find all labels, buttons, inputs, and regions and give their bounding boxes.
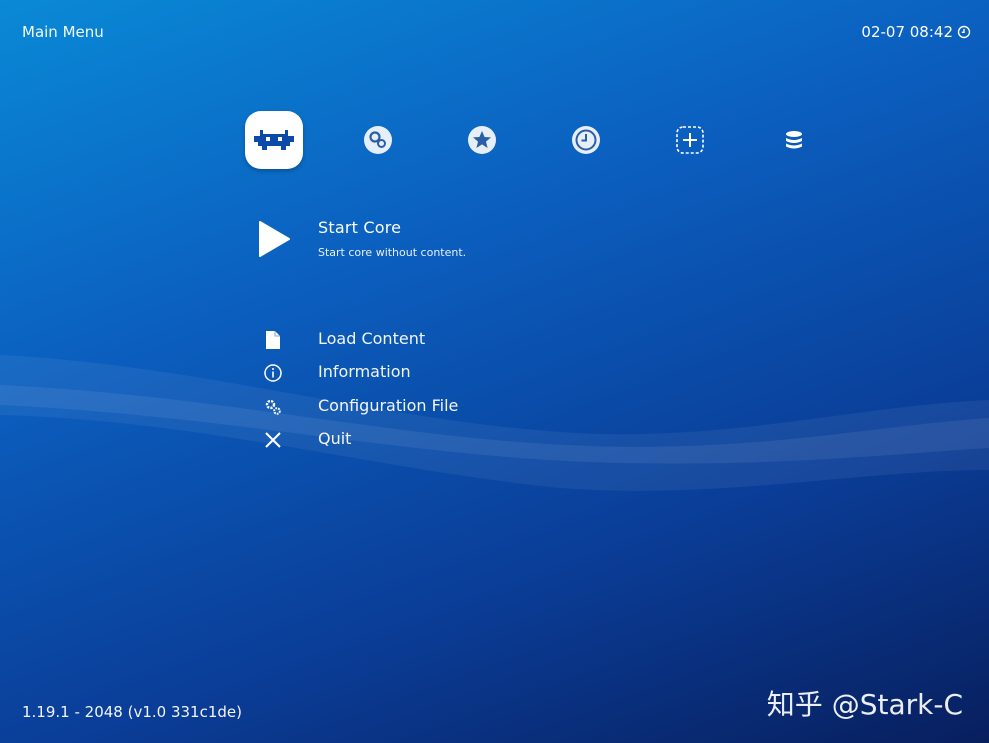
tab-history[interactable] xyxy=(557,111,615,169)
menu-item-quit[interactable]: Quit xyxy=(258,426,558,452)
menu-item-information[interactable]: Information xyxy=(258,359,558,385)
tab-playlists[interactable] xyxy=(765,111,823,169)
plus-icon xyxy=(675,125,705,155)
menu-item-start-core[interactable]: Start Core Start core without content. xyxy=(252,214,652,269)
info-icon xyxy=(262,362,284,384)
menu-item-configuration-file[interactable]: Configuration File xyxy=(258,393,558,419)
watermark-text: 知乎 @Stark-C xyxy=(766,688,963,721)
tab-settings[interactable] xyxy=(349,111,407,169)
menu-item-load-content[interactable]: Load Content xyxy=(258,326,558,352)
version-label: 1.19.1 - 2048 (v1.0 331c1de) xyxy=(22,703,242,721)
close-icon xyxy=(262,429,284,451)
clock-icon xyxy=(571,125,601,155)
gears-icon xyxy=(363,125,393,155)
menu-label: Information xyxy=(318,362,411,381)
tab-bar xyxy=(0,0,989,200)
tab-main-menu[interactable] xyxy=(245,111,303,169)
tab-add[interactable] xyxy=(661,111,719,169)
start-core-sublabel: Start core without content. xyxy=(318,246,467,259)
menu-label: Quit xyxy=(318,429,352,448)
invader-icon xyxy=(252,126,296,154)
start-core-label: Start Core xyxy=(318,218,402,237)
file-icon xyxy=(262,329,284,351)
config-gears-icon xyxy=(262,396,284,418)
menu-label: Configuration File xyxy=(318,396,459,415)
star-icon xyxy=(467,125,497,155)
tab-favorites[interactable] xyxy=(453,111,511,169)
database-icon xyxy=(783,129,805,151)
menu-label: Load Content xyxy=(318,329,426,348)
play-icon xyxy=(256,219,292,263)
